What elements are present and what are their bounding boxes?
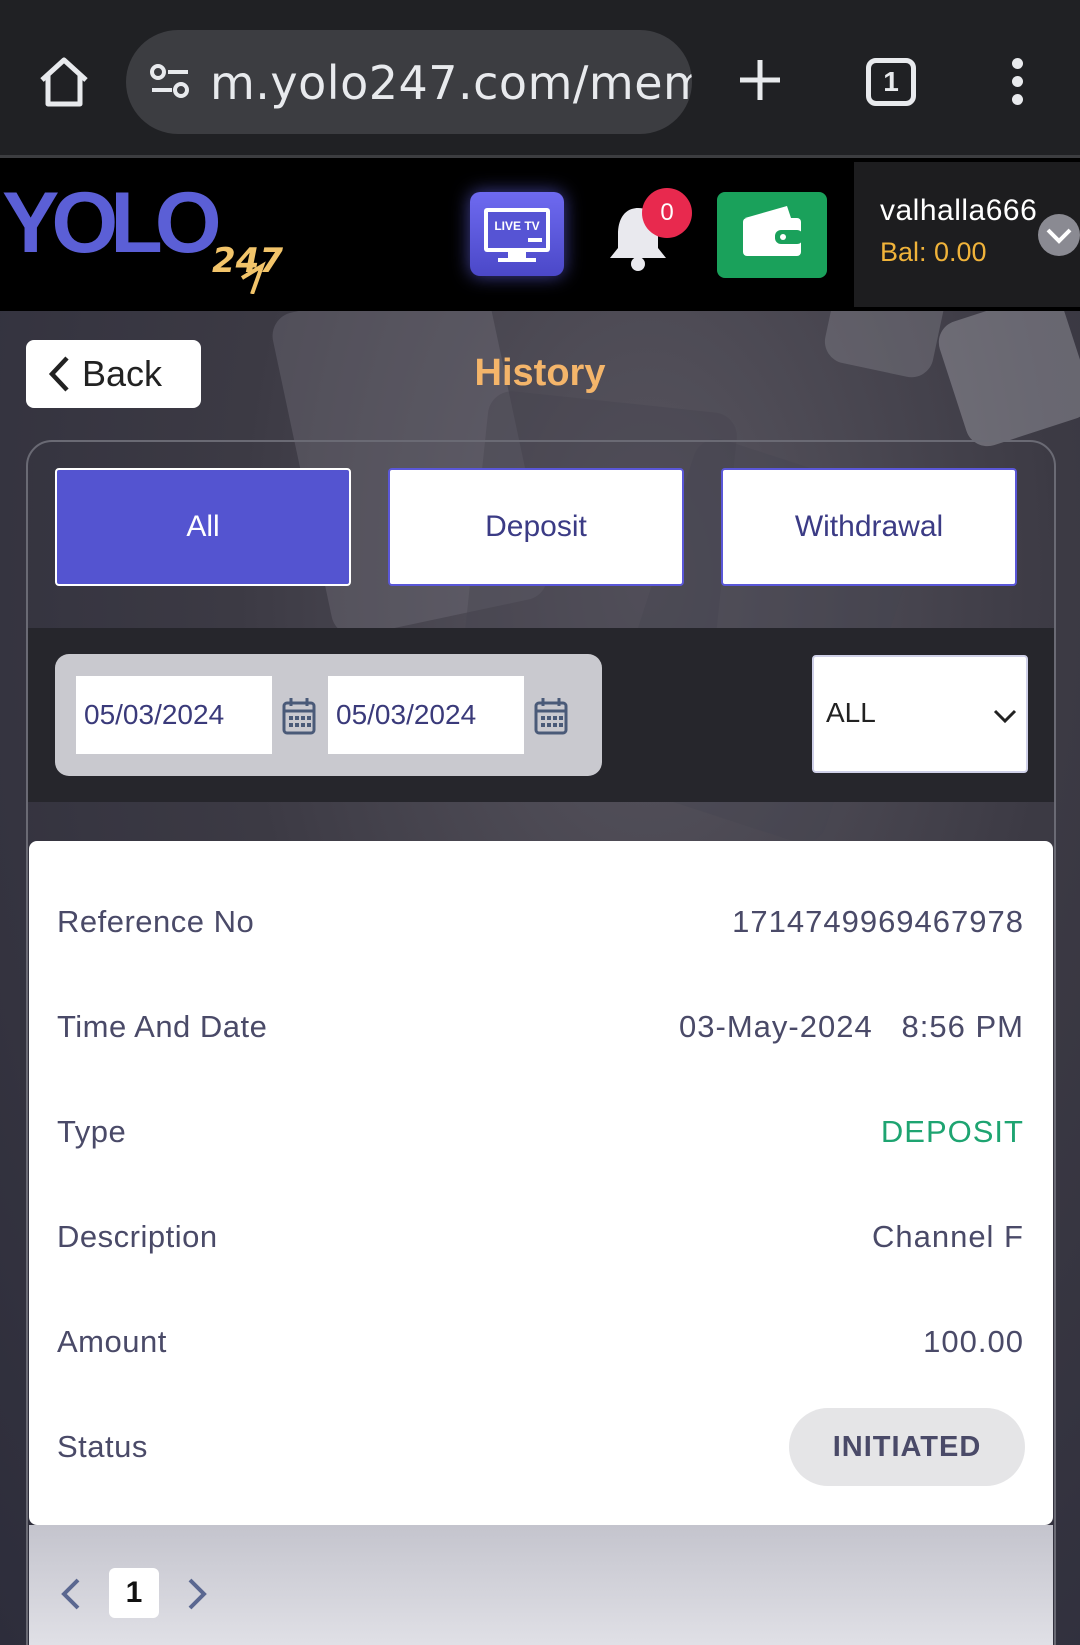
calendar-icon[interactable] <box>533 696 569 736</box>
tab-switcher-button[interactable]: 1 <box>866 58 916 106</box>
chevron-down-icon[interactable] <box>1038 214 1080 256</box>
amount-value: 100.00 <box>923 1324 1024 1359</box>
type-value: DEPOSIT <box>880 1114 1024 1149</box>
reference-label: Reference No <box>57 904 255 939</box>
tab-withdrawal[interactable]: Withdrawal <box>721 468 1017 586</box>
reference-value: 1714749969467978 <box>732 904 1024 939</box>
chevron-right-icon[interactable] <box>184 1576 212 1612</box>
page-title: History <box>474 352 606 394</box>
live-tv-button[interactable]: LIVE TV <box>470 192 564 276</box>
from-date-input[interactable]: 05/03/2024 <box>76 676 272 754</box>
address-bar[interactable]: m.yolo247.com/memb <box>126 30 692 134</box>
svg-text:YOLO: YOLO <box>2 175 219 271</box>
wallet-button[interactable] <box>717 192 827 278</box>
tab-all[interactable]: All <box>55 468 351 586</box>
tab-deposit[interactable]: Deposit <box>388 468 684 586</box>
pagination-bar <box>29 1525 1053 1645</box>
status-label: Status <box>57 1429 148 1464</box>
live-tv-label: LIVE TV <box>494 219 539 233</box>
transaction-type-select[interactable]: ALL <box>812 655 1028 773</box>
user-account-panel[interactable]: valhalla666 Bal: 0.00 <box>854 162 1080 307</box>
time-date-label: Time And Date <box>57 1009 268 1044</box>
status-badge: INITIATED <box>789 1408 1025 1486</box>
description-value: Channel F <box>871 1219 1024 1254</box>
calendar-icon[interactable] <box>281 696 317 736</box>
username: valhalla666 <box>880 194 1038 227</box>
type-select-value: ALL <box>826 697 876 728</box>
new-tab-icon[interactable] <box>736 56 784 104</box>
page-number-button[interactable]: 1 <box>109 1568 159 1618</box>
notification-count-badge: 0 <box>642 188 692 238</box>
chevron-left-icon[interactable] <box>56 1576 84 1612</box>
time-date-value: 03-May-2024 8:56 PM <box>679 1009 1024 1044</box>
to-date-input[interactable]: 05/03/2024 <box>328 676 524 754</box>
more-menu-icon[interactable] <box>1002 58 1032 108</box>
chevron-down-icon <box>993 709 1017 724</box>
balance: Bal: 0.00 <box>880 237 987 267</box>
type-label: Type <box>57 1114 127 1149</box>
yolo247-logo[interactable]: YOLO 247 <box>0 174 290 295</box>
url-text[interactable]: m.yolo247.com/memb <box>210 56 692 110</box>
site-header: YOLO 247 LIVE TV 0 valhalla666 Bal: 0.00 <box>0 158 1080 311</box>
amount-label: Amount <box>57 1324 167 1359</box>
description-label: Description <box>57 1219 218 1254</box>
home-icon[interactable] <box>36 54 92 110</box>
site-settings-icon[interactable] <box>148 60 192 104</box>
